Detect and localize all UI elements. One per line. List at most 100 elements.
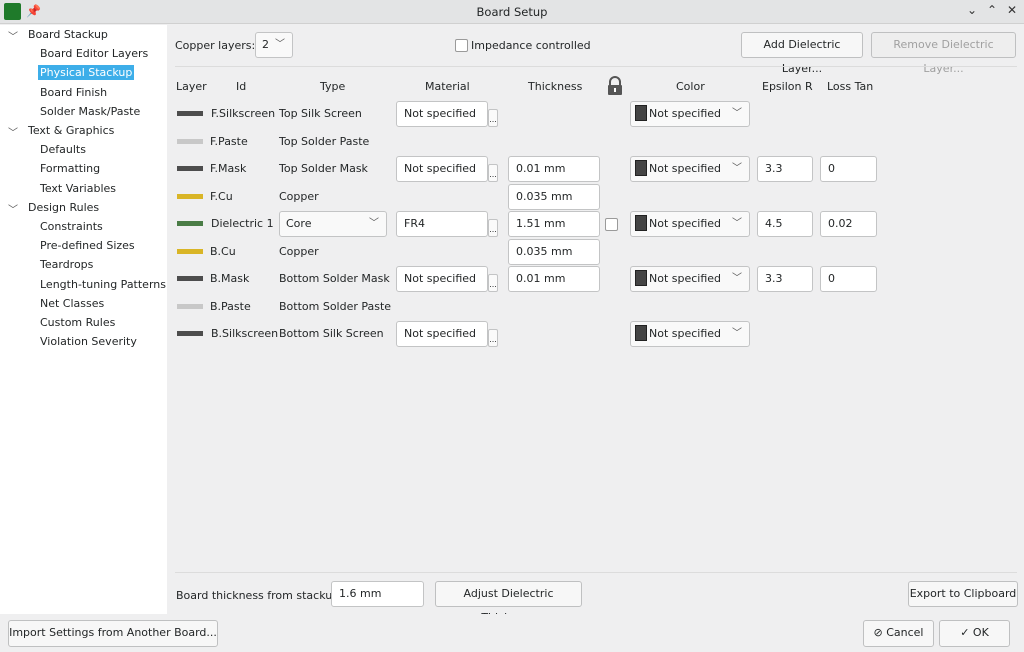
sidebar-item[interactable]: Board Editor Layers	[40, 47, 148, 60]
layer-color-swatch	[177, 331, 203, 336]
sidebar-item[interactable]: Violation Severity	[40, 335, 137, 348]
thickness-field[interactable]: 1.51 mm	[508, 211, 600, 237]
material-browse-button[interactable]: ...	[488, 164, 498, 182]
color-select[interactable]: Not specified ﹀	[630, 211, 750, 237]
impedance-checkbox[interactable]	[455, 39, 468, 52]
copper-layers-label: Copper layers:	[175, 39, 256, 52]
copper-layers-select[interactable]: 2 ﹀	[255, 32, 293, 58]
chevron-down-icon[interactable]: ﹀	[8, 124, 18, 139]
sidebar-item-label: Text Variables	[40, 181, 117, 195]
thickness-lock-checkbox[interactable]	[605, 218, 618, 231]
material-field[interactable]: FR4	[396, 211, 488, 237]
sidebar-item-label: Design Rules	[28, 200, 100, 214]
layer-type: Bottom Silk Screen	[279, 327, 384, 340]
sidebar-item[interactable]: ﹀ Board Stackup	[8, 28, 108, 43]
col-thickness: Thickness	[528, 80, 583, 93]
color-select[interactable]: Not specified ﹀	[630, 101, 750, 127]
material-browse-button[interactable]: ...	[488, 274, 498, 292]
chevron-down-icon: ﹀	[732, 218, 742, 229]
dialog-buttons: Import Settings from Another Board... ⊘ …	[0, 614, 1024, 652]
sidebar-item[interactable]: Board Finish	[40, 86, 107, 99]
sidebar-item[interactable]: Teardrops	[40, 258, 93, 271]
sidebar-item[interactable]: Physical Stackup	[38, 65, 135, 81]
chevron-down-icon: ﹀	[369, 218, 379, 229]
color-value: Not specified	[649, 162, 722, 175]
sidebar-item[interactable]: ﹀ Text & Graphics	[8, 124, 114, 139]
minimize-icon[interactable]: ⌄	[964, 3, 980, 17]
layer-type: Top Solder Paste	[279, 134, 370, 148]
color-select[interactable]: Not specified ﹀	[630, 156, 750, 182]
maximize-icon[interactable]: ⌃	[984, 3, 1000, 17]
thickness-field[interactable]: 0.035 mm	[508, 183, 600, 210]
cancel-button[interactable]: ⊘ Cancel	[863, 620, 934, 647]
sidebar-item[interactable]: Net Classes	[40, 297, 104, 310]
col-epsilon: Epsilon R	[762, 80, 813, 93]
sidebar-item[interactable]: Constraints	[40, 220, 103, 233]
window-title: Board Setup	[476, 5, 548, 19]
col-id: Id	[236, 80, 247, 93]
add-dielectric-button[interactable]: Add Dielectric Layer...	[741, 32, 863, 75]
sidebar-item[interactable]: Length-tuning Patterns	[40, 278, 166, 291]
close-icon[interactable]: ✕	[1004, 3, 1020, 17]
import-settings-button[interactable]: Import Settings from Another Board...	[8, 620, 218, 647]
color-value: Not specified	[649, 327, 722, 340]
impedance-label: Impedance controlled	[471, 39, 591, 52]
remove-dielectric-button[interactable]: Remove Dielectric Layer...	[871, 32, 1016, 75]
layer-color-swatch	[177, 193, 203, 199]
title-bar: 📌 Board Setup ⌄ ⌃ ✕	[0, 0, 1024, 24]
layer-color-swatch	[177, 221, 203, 226]
chevron-down-icon: ﹀	[732, 273, 742, 284]
loss-tan-field[interactable]: 0.02	[820, 211, 877, 237]
sidebar-item-label: Board Editor Layers	[40, 47, 149, 61]
thickness-field[interactable]: 0.035 mm	[508, 238, 600, 265]
sidebar-item[interactable]: Custom Rules	[40, 316, 115, 329]
loss-tan-field[interactable]: 0	[820, 266, 877, 292]
chevron-down-icon[interactable]: ﹀	[8, 28, 18, 43]
cancel-label: Cancel	[886, 626, 924, 639]
layer-type: Bottom Solder Paste	[279, 299, 392, 313]
material-field[interactable]: Not specified	[396, 266, 488, 292]
sidebar-item-label: Pre-defined Sizes	[40, 239, 135, 253]
sidebar-item[interactable]: Text Variables	[40, 182, 116, 195]
epsilon-field[interactable]: 4.5	[757, 211, 813, 237]
material-browse-button[interactable]: ...	[488, 329, 498, 347]
material-browse-button[interactable]: ...	[488, 109, 498, 127]
settings-tree: ﹀ Board Stackup Board Editor Layers Physica…	[0, 25, 167, 614]
material-field[interactable]: Not specified	[396, 321, 488, 347]
layer-type: Copper	[279, 244, 319, 258]
epsilon-field[interactable]: 3.3	[757, 266, 813, 292]
copper-layers-value: 2	[262, 38, 269, 51]
ok-button[interactable]: ✓ OK	[939, 620, 1010, 647]
sidebar-item[interactable]: Pre-defined Sizes	[40, 239, 135, 252]
layer-color-swatch	[177, 248, 203, 254]
sidebar-item[interactable]: Formatting	[40, 162, 100, 175]
sidebar-item[interactable]: ﹀ Design Rules	[8, 200, 100, 216]
color-value: Not specified	[649, 217, 722, 230]
material-field[interactable]: Not specified	[396, 101, 488, 127]
layer-color-swatch	[177, 138, 203, 144]
export-clipboard-button[interactable]: Export to Clipboard	[908, 581, 1018, 607]
sidebar-item[interactable]: Defaults	[40, 143, 86, 156]
board-thickness-field[interactable]: 1.6 mm	[331, 581, 424, 607]
sidebar-item[interactable]: Solder Mask/Paste	[40, 105, 140, 118]
color-swatch	[635, 215, 647, 231]
sidebar-item-label: Custom Rules	[40, 316, 116, 329]
color-select[interactable]: Not specified ﹀	[630, 266, 750, 292]
layer-type-select[interactable]: Core ﹀	[279, 211, 387, 237]
check-icon: ✓	[960, 626, 973, 639]
chevron-down-icon[interactable]: ﹀	[8, 201, 18, 216]
thickness-field[interactable]: 0.01 mm	[508, 156, 600, 182]
layer-id: F.Cu	[210, 189, 233, 203]
board-thickness-label: Board thickness from stackup:	[176, 589, 343, 602]
material-field[interactable]: Not specified	[396, 156, 488, 182]
color-swatch	[635, 270, 647, 286]
chevron-down-icon: ﹀	[732, 108, 742, 119]
epsilon-field[interactable]: 3.3	[757, 156, 813, 182]
adjust-dielectric-button[interactable]: Adjust Dielectric Thickness	[435, 581, 582, 624]
col-material: Material	[425, 80, 470, 93]
material-browse-button[interactable]: ...	[488, 219, 498, 237]
sidebar-item-label: Violation Severity	[40, 335, 137, 349]
loss-tan-field[interactable]: 0	[820, 156, 877, 182]
thickness-field[interactable]: 0.01 mm	[508, 266, 600, 292]
color-select[interactable]: Not specified ﹀	[630, 321, 750, 347]
